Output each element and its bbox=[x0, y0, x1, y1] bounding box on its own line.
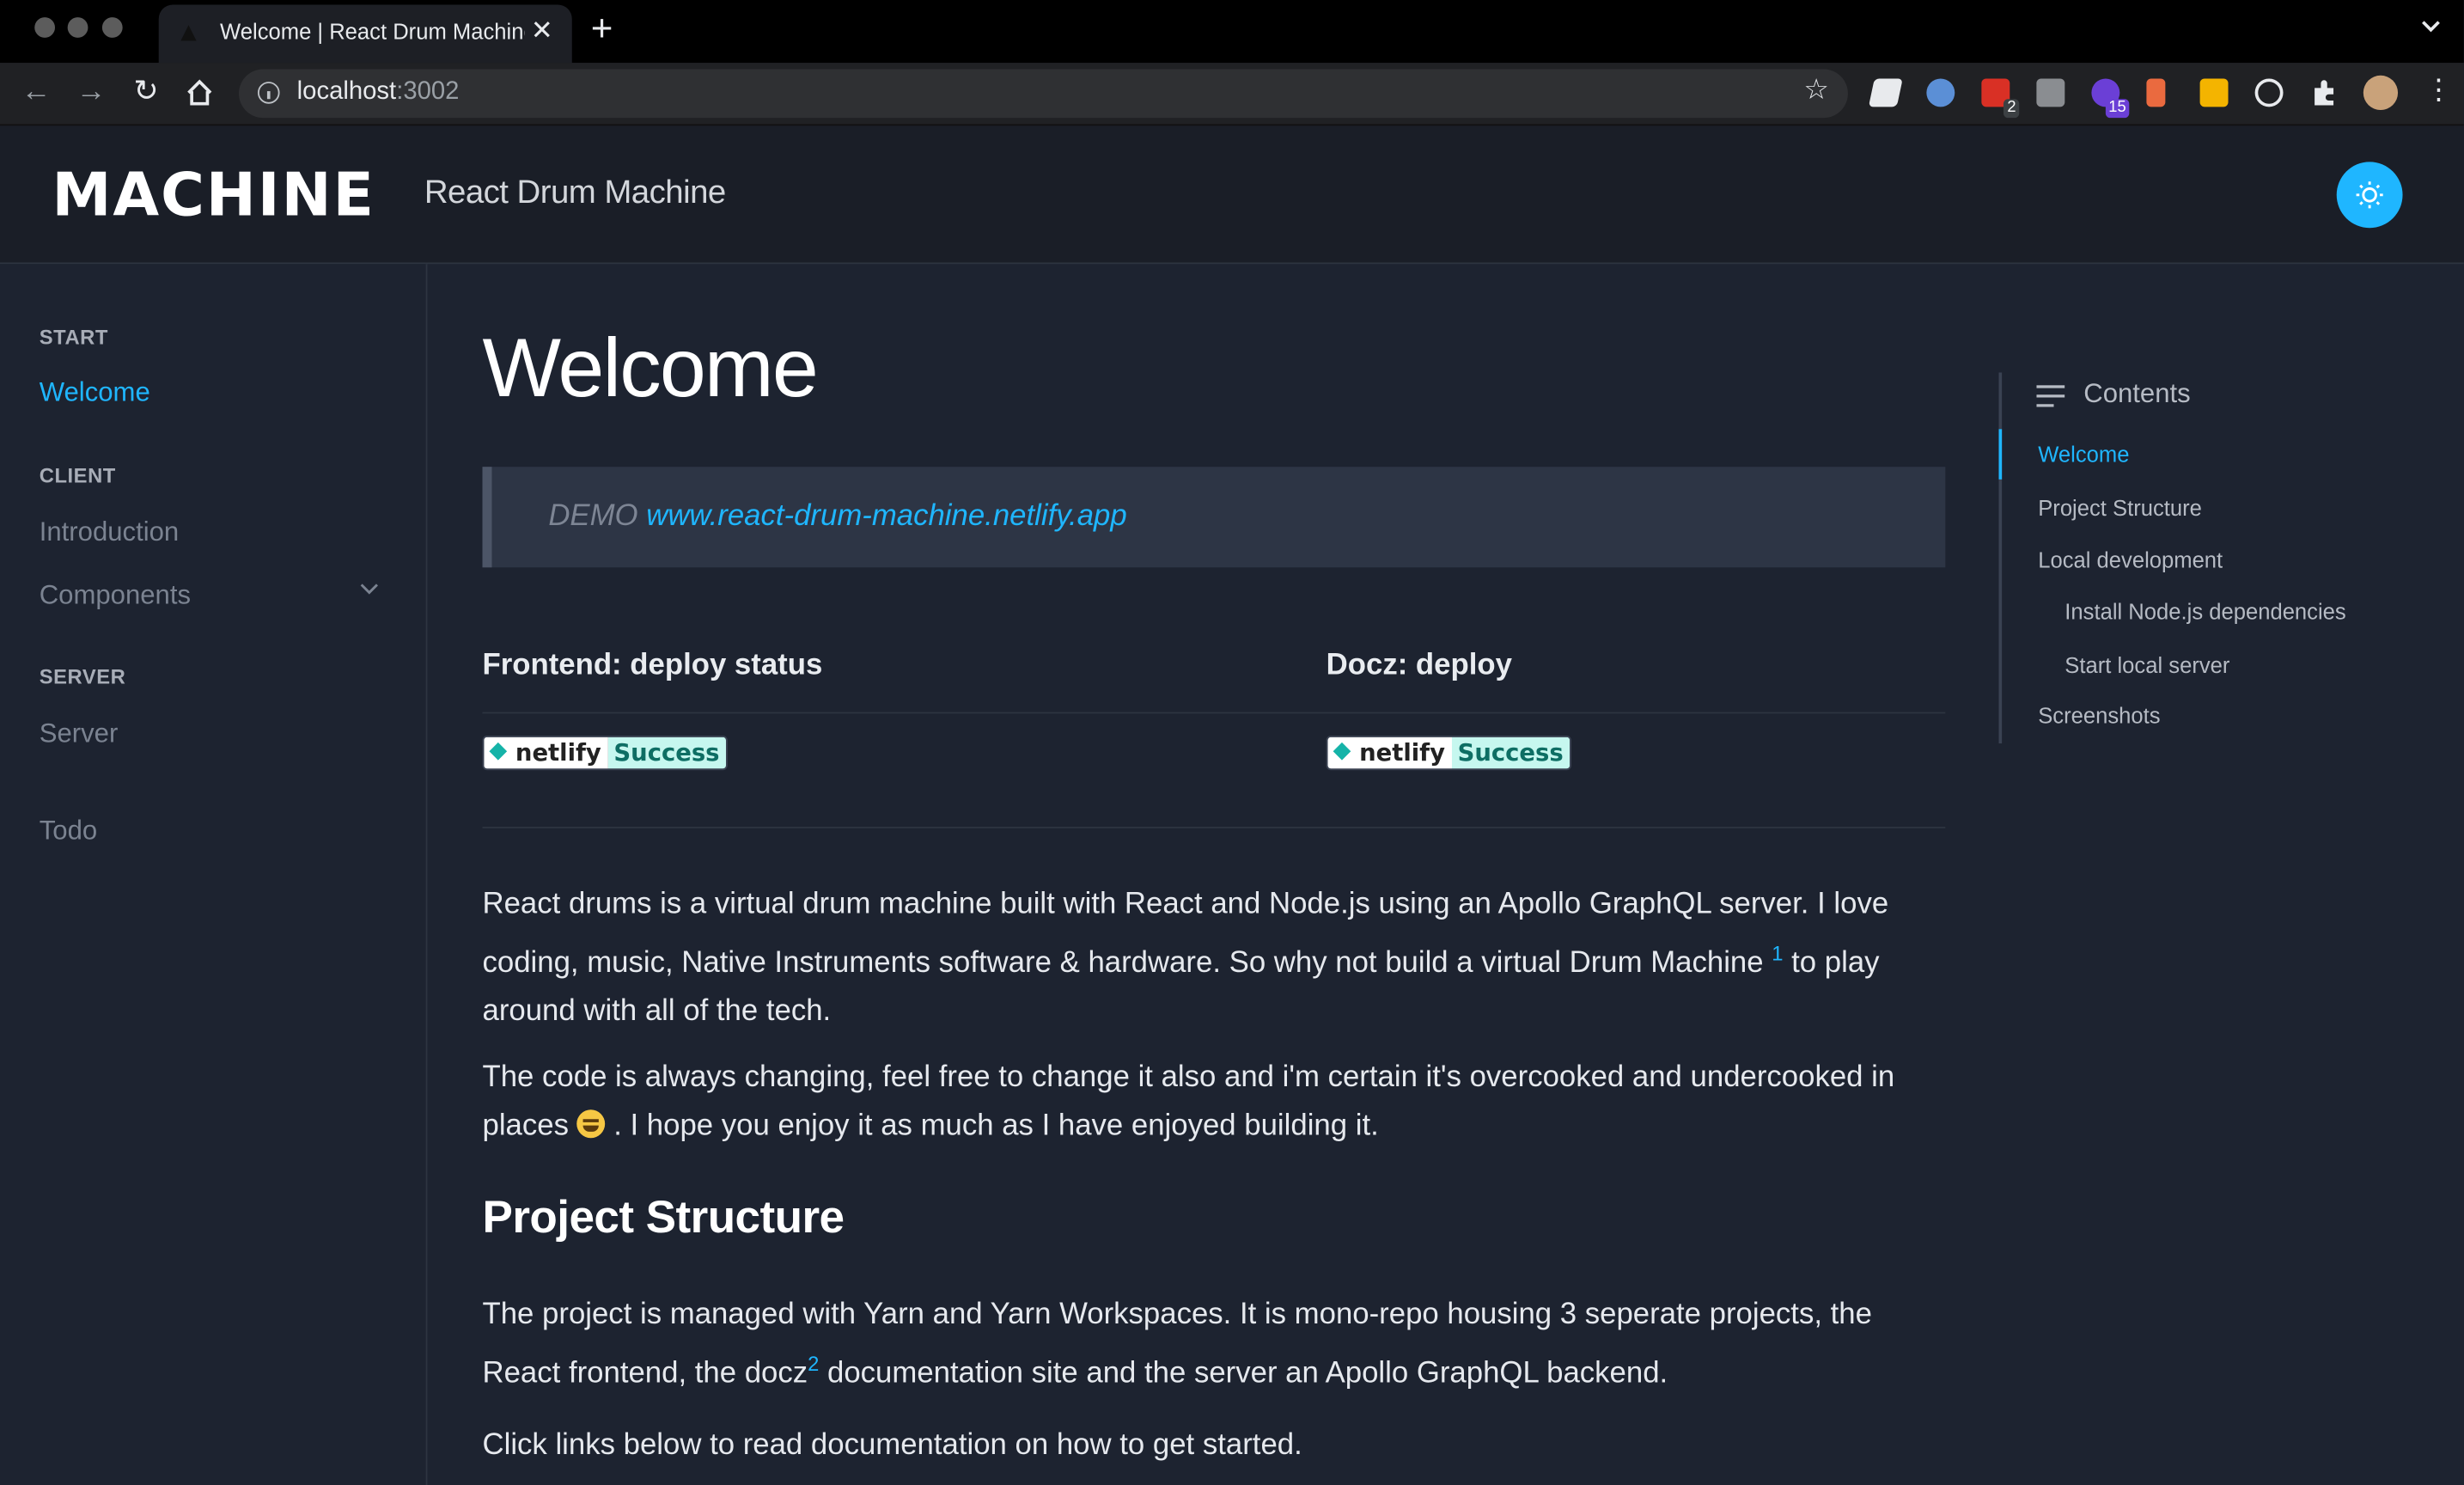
extension-purple-icon[interactable]: 15 bbox=[2091, 78, 2130, 119]
browser-tab-bar: Welcome | React Drum Machine ✕ + bbox=[0, 0, 2464, 64]
code-text-b: . I hope you enjoy it as much as I have … bbox=[605, 1109, 1379, 1143]
main-content: Welcome DEMO www.react-drum-machine.netl… bbox=[427, 264, 1998, 1485]
sidebar-item-todo[interactable]: Todo bbox=[40, 816, 97, 847]
toc-item-install-dependencies[interactable]: Install Node.js dependencies bbox=[2065, 599, 2345, 624]
getting-started-paragraph: Click links below to read documentation … bbox=[482, 1428, 1302, 1462]
badge-status: Success bbox=[1451, 736, 1570, 769]
sidebar-section-server: SERVER bbox=[39, 664, 126, 689]
demo-text: DEMO www.react-drum-machine.netlify.app bbox=[548, 500, 1126, 535]
sidebar-nav: START Welcome CLIENT Introduction Compon… bbox=[0, 264, 428, 1485]
extensions-puzzle-icon[interactable] bbox=[2310, 78, 2339, 107]
toc-item-project-structure[interactable]: Project Structure bbox=[2038, 495, 2202, 520]
footnote-link-2[interactable]: 2 bbox=[808, 1352, 819, 1375]
toc-item-start-local-server[interactable]: Start local server bbox=[2065, 652, 2229, 677]
back-arrow-icon[interactable]: ← bbox=[17, 74, 55, 112]
browser-toolbar: ← → ↻ localhost:3002 ☆ 2 15 ⋮ bbox=[0, 63, 2464, 126]
site-info-icon[interactable] bbox=[257, 82, 280, 104]
new-tab-icon[interactable]: + bbox=[591, 10, 613, 49]
window-close-button[interactable] bbox=[34, 17, 56, 38]
page-title: Welcome bbox=[482, 321, 819, 415]
extension-glasses-icon[interactable] bbox=[1926, 78, 1955, 107]
sidebar-item-welcome[interactable]: Welcome bbox=[40, 377, 150, 409]
window-minimize-button[interactable] bbox=[67, 17, 88, 38]
toc-heading: Contents bbox=[2083, 378, 2191, 409]
browser-tab[interactable]: Welcome | React Drum Machine ✕ bbox=[158, 4, 572, 64]
sidebar-item-server[interactable]: Server bbox=[40, 718, 119, 750]
frontend-netlify-badge[interactable]: netlify Success bbox=[482, 735, 728, 771]
extension-target-icon[interactable] bbox=[2254, 78, 2284, 107]
sidebar-section-start: START bbox=[39, 325, 108, 350]
extension-eraser-icon[interactable] bbox=[1868, 78, 1903, 107]
structure-text-b: documentation site and the server an Apo… bbox=[819, 1357, 1668, 1390]
extension-orange-icon[interactable] bbox=[2146, 78, 2166, 107]
footnote-link-1[interactable]: 1 bbox=[1772, 942, 1783, 965]
extension-red-badge: 2 bbox=[2004, 99, 2020, 119]
logo-text: MACHINE bbox=[52, 167, 375, 223]
toc-item-screenshots[interactable]: Screenshots bbox=[2038, 703, 2160, 728]
forward-arrow-icon[interactable]: → bbox=[72, 74, 110, 112]
extension-red-icon[interactable]: 2 bbox=[1981, 78, 2020, 119]
demo-prefix: DEMO bbox=[548, 499, 638, 534]
project-structure-heading: Project Structure bbox=[482, 1193, 845, 1244]
tab-close-icon[interactable]: ✕ bbox=[531, 15, 553, 47]
extension-purple-badge: 15 bbox=[2105, 99, 2130, 119]
tab-search-chevron-icon[interactable] bbox=[2420, 19, 2443, 34]
sidebar-item-components[interactable]: Components bbox=[40, 580, 191, 612]
tab-title: Welcome | React Drum Machine bbox=[220, 18, 525, 45]
toc-item-local-development[interactable]: Local development bbox=[2038, 547, 2223, 571]
badge-netlify-label: netlify bbox=[484, 736, 608, 769]
home-icon[interactable] bbox=[186, 78, 214, 107]
badge-netlify-label: netlify bbox=[1327, 736, 1452, 769]
tab-favicon-icon bbox=[180, 25, 197, 41]
window-zoom-button[interactable] bbox=[101, 17, 123, 38]
docz-deploy-heading: Docz: deploy bbox=[1326, 649, 1512, 682]
code-paragraph: The code is always changing, feel free t… bbox=[483, 1053, 1952, 1150]
sun-icon bbox=[2356, 181, 2383, 209]
address-bar[interactable]: localhost:3002 ☆ bbox=[239, 69, 1848, 119]
demo-blockquote: DEMO www.react-drum-machine.netlify.app bbox=[482, 467, 1946, 568]
badge-status: Success bbox=[607, 736, 726, 769]
grinning-emoji-icon bbox=[576, 1109, 606, 1139]
structure-paragraph: The project is managed with Yarn and Yar… bbox=[483, 1291, 1952, 1398]
intro-text-a: React drums is a virtual drum machine bu… bbox=[482, 888, 1889, 981]
reload-icon[interactable]: ↻ bbox=[127, 74, 165, 112]
machine-logo[interactable]: MACHINE bbox=[52, 167, 381, 223]
profile-avatar[interactable] bbox=[2363, 75, 2399, 111]
toc-item-welcome[interactable]: Welcome bbox=[2038, 442, 2129, 467]
extension-yellow-icon[interactable] bbox=[2199, 78, 2229, 107]
browser-menu-icon[interactable]: ⋮ bbox=[2424, 72, 2453, 107]
site-header: MACHINE React Drum Machine bbox=[0, 125, 2464, 265]
chevron-down-icon[interactable] bbox=[358, 582, 381, 597]
site-name[interactable]: React Drum Machine bbox=[424, 174, 726, 212]
address-url: localhost:3002 bbox=[297, 78, 460, 107]
table-of-contents: Contents Welcome Project Structure Local… bbox=[1998, 372, 2457, 744]
bookmark-star-icon[interactable]: ☆ bbox=[1803, 74, 1829, 107]
table-divider bbox=[482, 712, 1946, 714]
intro-paragraph: React drums is a virtual drum machine bu… bbox=[483, 880, 1952, 1036]
theme-toggle-button[interactable] bbox=[2336, 162, 2403, 229]
sidebar-item-introduction[interactable]: Introduction bbox=[40, 517, 179, 549]
url-port: :3002 bbox=[396, 78, 460, 106]
horizontal-rule bbox=[482, 827, 1946, 828]
sidebar-section-client: CLIENT bbox=[39, 463, 116, 487]
demo-link[interactable]: www.react-drum-machine.netlify.app bbox=[646, 500, 1126, 533]
extension-css-icon[interactable] bbox=[2036, 78, 2065, 107]
url-host: localhost bbox=[296, 78, 397, 106]
toc-active-marker bbox=[1998, 429, 2003, 480]
contents-list-icon bbox=[2036, 385, 2065, 407]
docz-netlify-badge[interactable]: netlify Success bbox=[1326, 735, 1571, 771]
frontend-deploy-heading: Frontend: deploy status bbox=[482, 649, 823, 682]
